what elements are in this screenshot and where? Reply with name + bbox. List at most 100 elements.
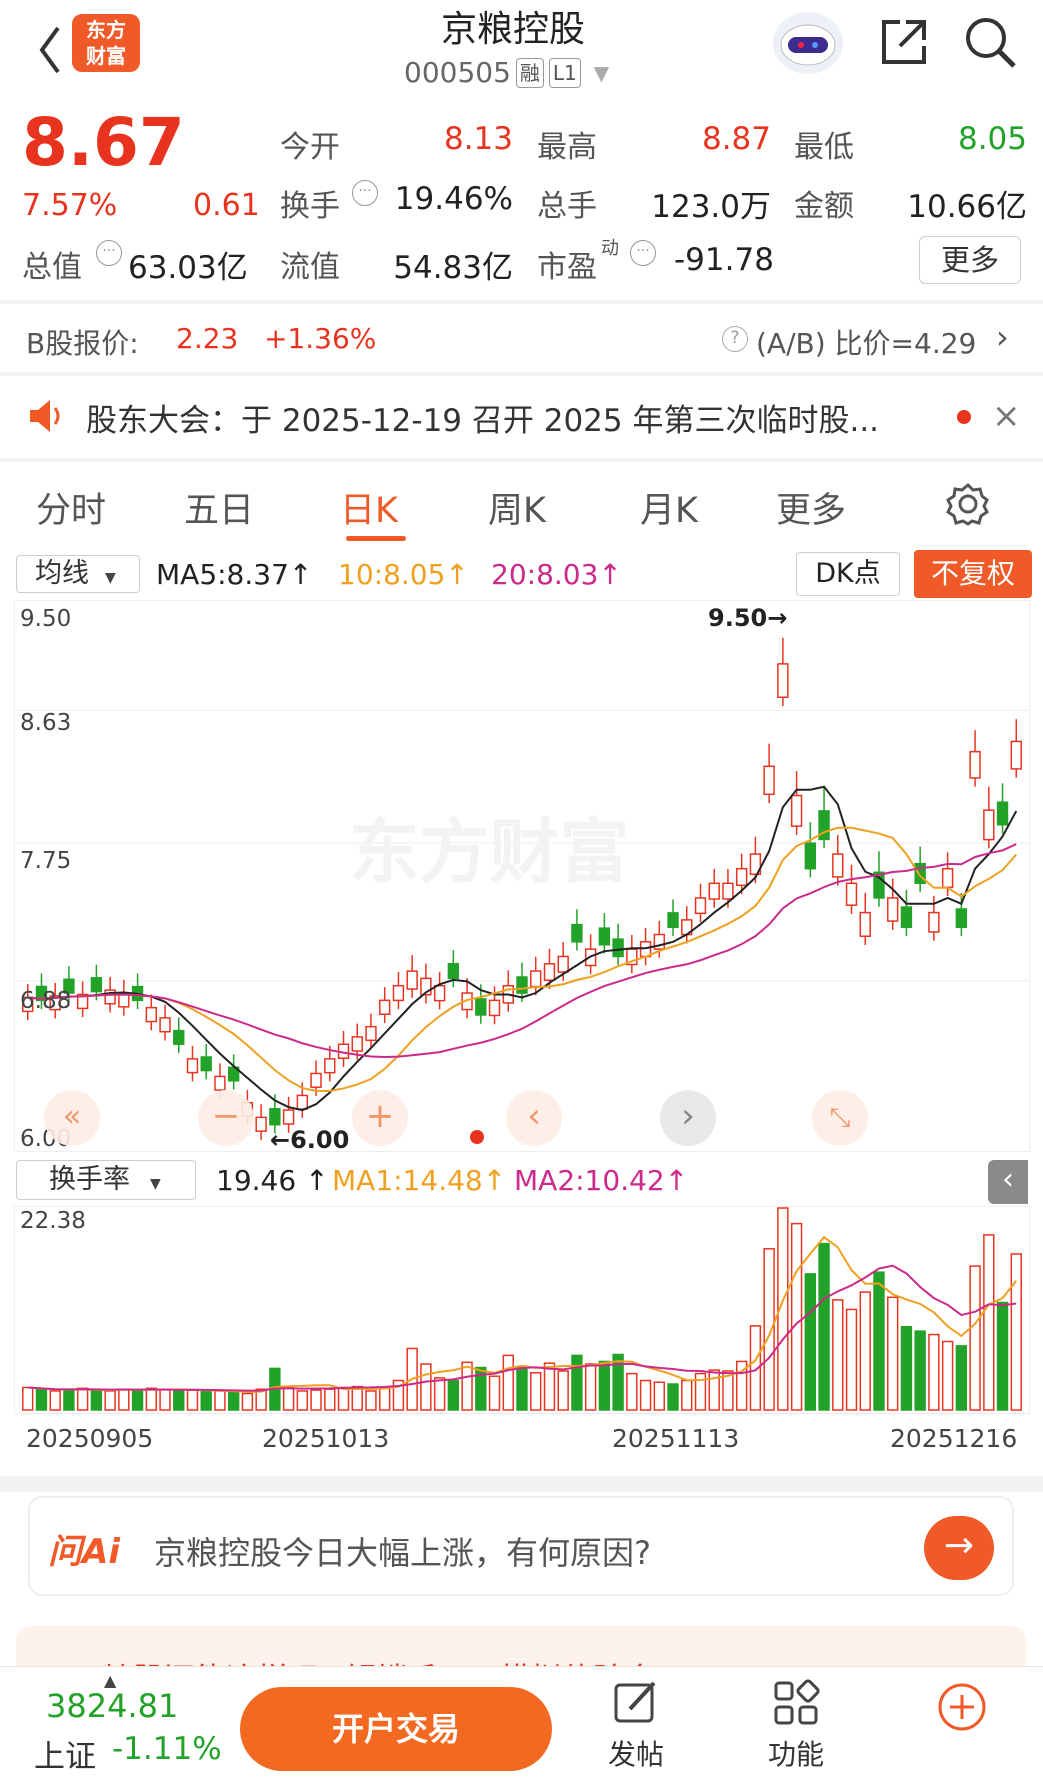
candle-body [365, 1025, 377, 1042]
ma1-value: MA1:14.48 [332, 1164, 483, 1197]
turnover-svg [13, 1205, 1031, 1415]
tab-weekly-k[interactable]: 周K [488, 482, 546, 533]
indicator-selector[interactable]: 换手率 ▼ [16, 1160, 196, 1200]
candle-body [928, 911, 940, 933]
pe-value: -91.78 [674, 242, 774, 278]
ma5-value: MA5:8.37 [156, 558, 289, 591]
dk-button[interactable]: DK点 [796, 552, 900, 596]
settings-button[interactable] [946, 482, 990, 530]
info-icon[interactable]: ··· [630, 240, 656, 266]
candle-body [447, 962, 460, 980]
candle-body [694, 897, 707, 915]
robot-avatar[interactable] [773, 12, 843, 74]
candle-body [845, 882, 858, 906]
add-button[interactable] [934, 1679, 990, 1735]
tab-more[interactable]: 更多 [776, 482, 846, 533]
close-icon[interactable]: × [992, 396, 1021, 436]
float-label: 流值 [280, 250, 340, 285]
candle-body [173, 1029, 185, 1045]
arrow-right-icon: → [943, 1525, 975, 1566]
turnover-bar [214, 1390, 226, 1411]
candle-body [324, 1058, 336, 1074]
candle-body [859, 911, 871, 937]
tab-monthly-k[interactable]: 月K [640, 482, 698, 533]
post-button[interactable]: 发帖 [596, 1677, 676, 1787]
fq-button[interactable]: 不复权 [914, 550, 1032, 598]
dropdown-icon[interactable]: ▼ [594, 61, 609, 85]
ma-selector[interactable]: 均线 ▼ [16, 555, 140, 593]
index-value[interactable]: 3824.81 [46, 1687, 178, 1725]
chevron-right-icon[interactable]: › [996, 318, 1009, 356]
back-button[interactable] [30, 14, 70, 74]
dropdown-icon: ▼ [105, 570, 116, 586]
help-icon[interactable]: ? [722, 326, 748, 352]
prev-button[interactable]: ‹ [506, 1090, 562, 1146]
ma10-value: 10:8.05 [338, 558, 446, 591]
candle-body [392, 984, 405, 1002]
share-button[interactable] [876, 14, 932, 70]
indicator-label: 换手率 [49, 1164, 130, 1195]
turnover-bar [461, 1361, 473, 1411]
turnover-bar [447, 1379, 460, 1411]
margin-tag: 融 [515, 57, 544, 88]
robot-icon [780, 24, 836, 66]
kline-chart[interactable]: 东方财富 [13, 599, 1031, 1153]
trade-button[interactable]: 开户交易 [240, 1687, 552, 1771]
function-button[interactable]: 功能 [754, 1677, 838, 1787]
candle-body [159, 1017, 171, 1033]
gear-icon [946, 482, 989, 526]
turnover-bar [159, 1388, 171, 1411]
turnover-bar [845, 1308, 858, 1411]
ai-ask-bar[interactable]: 问Ai 京粮控股今日大幅上涨，有何原因? → [28, 1496, 1014, 1596]
tab-wuri[interactable]: 五日 [184, 482, 254, 533]
date-label: 20251113 [612, 1424, 740, 1453]
candle-body [90, 977, 103, 993]
candle-body [186, 1058, 199, 1074]
turnover-ymax: 22.38 [20, 1208, 86, 1234]
info-icon[interactable]: ··· [96, 240, 122, 266]
turnover-chart[interactable] [13, 1205, 1031, 1415]
ab-ratio[interactable]: (A/B) 比价=4.29 [756, 322, 976, 362]
turnover-bar [543, 1362, 556, 1411]
info-icon[interactable]: ··· [352, 180, 378, 206]
zoom-out-button[interactable]: − [198, 1090, 254, 1146]
app-logo: 东方 财富 [72, 14, 140, 72]
candle-body [722, 882, 734, 900]
rewind-button[interactable]: « [44, 1090, 100, 1146]
bshare-pct: +1.36% [264, 322, 377, 355]
turnover-bar [818, 1242, 830, 1411]
turnover-bar [557, 1370, 569, 1411]
change-pct: 7.57% [22, 188, 118, 223]
share-icon [882, 20, 926, 64]
candle-body [969, 750, 981, 779]
amount-value: 10.66亿 [907, 189, 1027, 225]
turnover-bar [76, 1387, 89, 1411]
candle-body [887, 897, 899, 922]
turnover-bar [598, 1360, 611, 1411]
turnover-bar [1010, 1253, 1022, 1411]
bshare-price: 2.23 [176, 322, 239, 355]
volume-label: 总手 [537, 189, 597, 224]
candle-body [310, 1072, 322, 1088]
candle-body [571, 923, 583, 943]
divider [0, 300, 1043, 304]
turnover-ma1: MA1:14.48↑ [332, 1164, 507, 1197]
level-tag: L1 [548, 57, 581, 88]
search-icon [966, 18, 1016, 68]
candle-body [777, 663, 789, 699]
turnover-bar [653, 1381, 665, 1411]
more-button[interactable]: 更多 [919, 236, 1021, 284]
turnover-bar [502, 1354, 514, 1411]
candle-body [214, 1075, 226, 1091]
candle-body [557, 955, 569, 973]
search-button[interactable] [962, 14, 1018, 70]
collapse-button[interactable]: ‹ [988, 1160, 1028, 1204]
zoom-in-button[interactable]: + [352, 1090, 408, 1146]
tab-fenshi[interactable]: 分时 [36, 482, 106, 533]
stock-code: 000505 [404, 56, 511, 89]
fullscreen-button[interactable]: ⤡ [812, 1090, 868, 1146]
notice-text[interactable]: 股东大会：于 2025-12-19 召开 2025 年第三次临时股... [86, 395, 879, 440]
ai-send-button[interactable]: → [924, 1516, 994, 1580]
tab-daily-k[interactable]: 日K [340, 482, 398, 533]
next-button[interactable]: › [660, 1090, 716, 1146]
